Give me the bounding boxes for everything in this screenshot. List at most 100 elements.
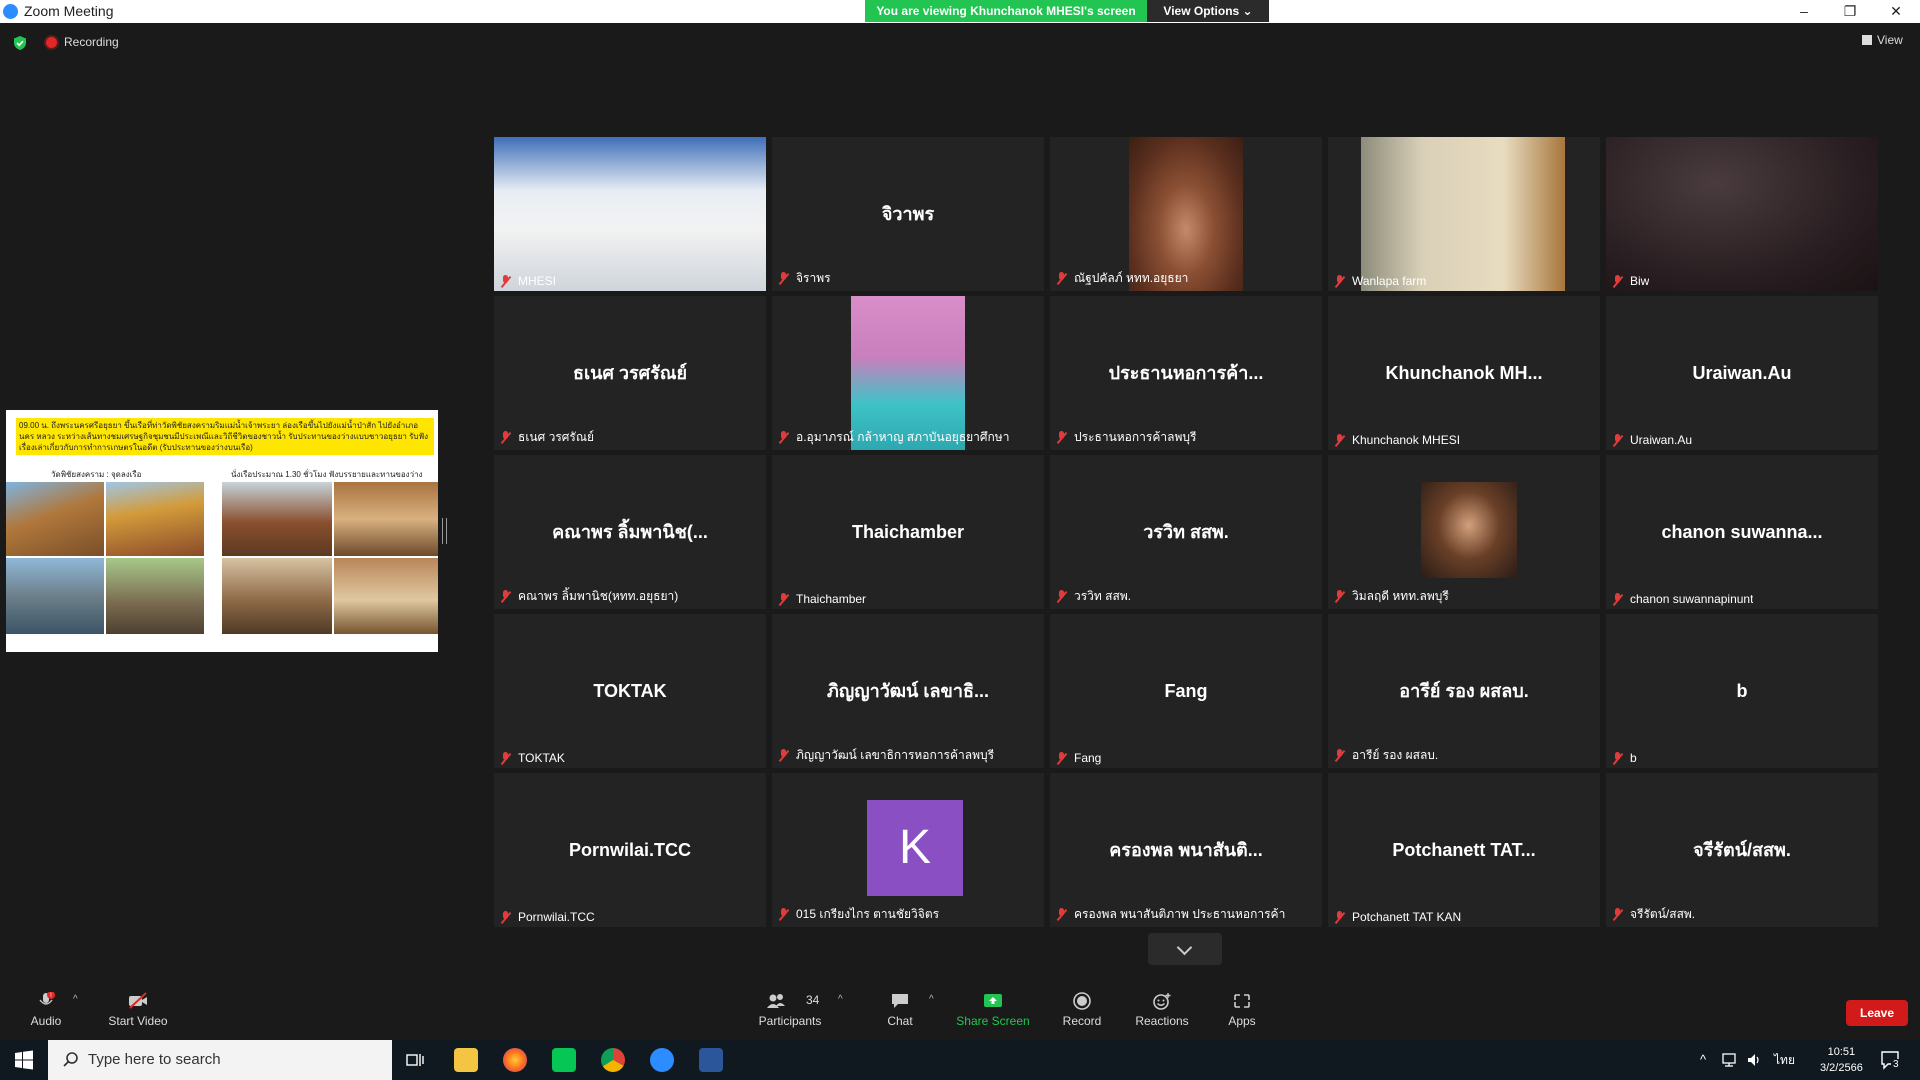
participant-tile[interactable]: Fang Fang <box>1050 614 1322 768</box>
participant-video <box>494 137 766 291</box>
participant-name-label: คณาพร ลิ้มพานิช(หทท.อยุธยา) <box>500 587 678 606</box>
svg-text:!: ! <box>50 992 52 999</box>
participant-tile[interactable]: bb <box>1606 614 1878 768</box>
participant-name: Fang <box>1074 751 1102 765</box>
participant-display-name: Khunchanok MH... <box>1385 363 1543 383</box>
line-app-icon[interactable] <box>552 1048 576 1072</box>
start-video-label: Start Video <box>108 1014 168 1028</box>
chat-label: Chat <box>887 1014 913 1028</box>
participant-display-name: Pornwilai.TCC <box>568 840 691 860</box>
participant-tile[interactable]: อ.อุมาภรณ์ กล้าหาญ สภาบันอยุธยาศึกษา <box>772 296 1044 450</box>
meeting-toolbar: ! Audio ^ Start Video 34 Participants ^ … <box>0 980 1920 1040</box>
participant-tile[interactable]: Thaichamber Thaichamber <box>772 455 1044 609</box>
recording-label[interactable]: Recording <box>64 35 119 49</box>
participant-display-name: ภิญญาวัฒน์ เลขาธิ... <box>827 681 989 701</box>
participant-tile[interactable]: จิวาพร จิราพร <box>772 137 1044 291</box>
participant-tile[interactable]: TOKTAK TOKTAK <box>494 614 766 768</box>
mic-muted-icon <box>1334 275 1346 287</box>
participant-name: อารีย์ รอง ผสลบ. <box>1352 748 1439 762</box>
participant-tile[interactable]: Potchanett TAT... Potchanett TAT KAN <box>1328 773 1600 927</box>
shared-screen-view[interactable]: 09.00 น. ถึงพระนครศรีอยุธยา ขึ้นเรือที่ท… <box>6 410 438 652</box>
mic-muted-icon <box>500 752 512 764</box>
reactions-label: Reactions <box>1135 1014 1189 1028</box>
participant-display-name: คณาพร ลิ้มพานิช(... <box>552 522 708 542</box>
participant-name-label: Wanlapa farm <box>1334 274 1426 288</box>
chat-button[interactable]: Chat <box>880 980 920 1040</box>
participant-name-label: ภิญญาวัฒน์ เลขาธิการหอการค้าลพบุรี <box>778 746 994 765</box>
view-options-button[interactable]: View Options ⌄ <box>1147 0 1269 22</box>
participant-tile[interactable]: K 015 เกรียงไกร ตานชัยวิจิตร <box>772 773 1044 927</box>
participants-caret-icon[interactable]: ^ <box>838 994 843 1005</box>
participants-button[interactable]: 34 Participants <box>752 980 828 1040</box>
participant-display-name: จรีรัตน์/สสพ. <box>1693 840 1791 860</box>
participant-tile[interactable]: ประธานหอการค้า... ประธานหอการค้าลพบุรี <box>1050 296 1322 450</box>
network-icon[interactable] <box>1722 1052 1740 1068</box>
restore-button[interactable]: ❐ <box>1827 0 1873 22</box>
participant-display-name: จิวาพร <box>881 204 935 224</box>
participant-name-label: Potchanett TAT KAN <box>1334 910 1461 924</box>
volume-icon[interactable] <box>1746 1052 1764 1068</box>
mic-muted-icon <box>500 590 512 602</box>
participant-tile[interactable]: จรีรัตน์/สสพ. จรีรัตน์/สสพ. <box>1606 773 1878 927</box>
participant-name-label: Khunchanok MHESI <box>1334 433 1460 447</box>
participant-tile[interactable]: อารีย์ รอง ผสลบ. อารีย์ รอง ผสลบ. <box>1328 614 1600 768</box>
participant-tile[interactable]: chanon suwanna... chanon suwannapinunt <box>1606 455 1878 609</box>
participant-tile[interactable]: Khunchanok MH... Khunchanok MHESI <box>1328 296 1600 450</box>
participant-display-name: ประธานหอการค้า... <box>1108 363 1264 383</box>
pier-photo <box>6 558 104 634</box>
share-screen-button[interactable]: Share Screen <box>956 980 1030 1040</box>
participant-tile[interactable]: ภิญญาวัฒน์ เลขาธิ... ภิญญาวัฒน์ เลขาธิการ… <box>772 614 1044 768</box>
record-button[interactable]: Record <box>1058 980 1106 1040</box>
participant-tile[interactable]: ครองพล พนาสันติ... ครองพล พนาสันติภาพ ประ… <box>1050 773 1322 927</box>
boat-photo <box>222 482 332 556</box>
participant-display-name: ธเนศ วรศรัณย์ <box>573 363 687 383</box>
view-button[interactable]: View <box>1862 33 1903 47</box>
shared-caption-right: นั่งเรือประมาณ 1.30 ชั่วโมง ฟังบรรยายและ… <box>231 470 423 479</box>
participant-tile[interactable]: ณัฐปคัลภ์ หทท.อยุธยา <box>1050 137 1322 291</box>
audio-button[interactable]: ! Audio <box>22 980 70 1040</box>
minimize-button[interactable]: – <box>1781 0 1827 22</box>
taskbar-clock[interactable]: 10:51 3/2/2566 <box>1820 1044 1863 1076</box>
encryption-shield-icon[interactable] <box>12 35 28 51</box>
participant-tile[interactable]: Wanlapa farm <box>1328 137 1600 291</box>
audio-options-caret-icon[interactable]: ^ <box>73 994 78 1005</box>
participant-tile[interactable]: วรวิท สสพ. วรวิท สสพ. <box>1050 455 1322 609</box>
chat-caret-icon[interactable]: ^ <box>929 994 934 1005</box>
firefox-icon[interactable] <box>503 1048 527 1072</box>
boat-photo <box>334 482 438 556</box>
record-icon <box>1073 992 1091 1010</box>
pier-photo <box>106 558 204 634</box>
zoom-taskbar-icon[interactable] <box>650 1048 674 1072</box>
reactions-button[interactable]: Reactions <box>1134 980 1190 1040</box>
tray-overflow-chevron-icon[interactable]: ^ <box>1700 1052 1706 1067</box>
participant-tile[interactable]: MHESI <box>494 137 766 291</box>
participant-tile[interactable]: Biw <box>1606 137 1878 291</box>
apps-button[interactable]: Apps <box>1222 980 1262 1040</box>
participant-tile[interactable]: Uraiwan.Au Uraiwan.Au <box>1606 296 1878 450</box>
participant-tile[interactable]: คณาพร ลิ้มพานิช(... คณาพร ลิ้มพานิช(หทท.อ… <box>494 455 766 609</box>
file-explorer-icon[interactable] <box>454 1048 478 1072</box>
start-video-button[interactable]: Start Video <box>100 980 176 1040</box>
participant-name-label: Fang <box>1056 751 1101 765</box>
participant-display-name: b <box>1736 681 1748 701</box>
windows-taskbar: Type here to search ^ ไทย 10:51 3/2/2566… <box>0 1040 1920 1080</box>
task-view-icon[interactable] <box>406 1051 424 1069</box>
chrome-icon[interactable] <box>601 1048 625 1072</box>
search-placeholder: Type here to search <box>88 1051 221 1068</box>
input-language-indicator[interactable]: ไทย <box>1774 1051 1795 1070</box>
zoom-app-icon <box>3 4 18 19</box>
participant-tile[interactable]: ธเนศ วรศรัณย์ ธเนศ วรศรัณย์ <box>494 296 766 450</box>
word-icon[interactable] <box>699 1048 723 1072</box>
participant-name-label: ครองพล พนาสันติภาพ ประธานหอการค้า <box>1056 905 1285 924</box>
leave-button[interactable]: Leave <box>1846 1000 1908 1026</box>
participants-icon <box>767 994 785 1008</box>
close-button[interactable]: ✕ <box>1873 0 1919 22</box>
participant-tile[interactable]: วิมลฤดี หทท.ลพบุรี <box>1328 455 1600 609</box>
participant-tile[interactable]: Pornwilai.TCC Pornwilai.TCC <box>494 773 766 927</box>
search-icon <box>63 1052 78 1067</box>
windows-start-icon[interactable] <box>0 1040 48 1080</box>
panel-resize-handle[interactable] <box>442 518 447 544</box>
temple-photo <box>106 482 204 556</box>
gallery-scroll-down-button[interactable] <box>1148 933 1222 965</box>
taskbar-search-box[interactable]: Type here to search <box>48 1040 392 1080</box>
